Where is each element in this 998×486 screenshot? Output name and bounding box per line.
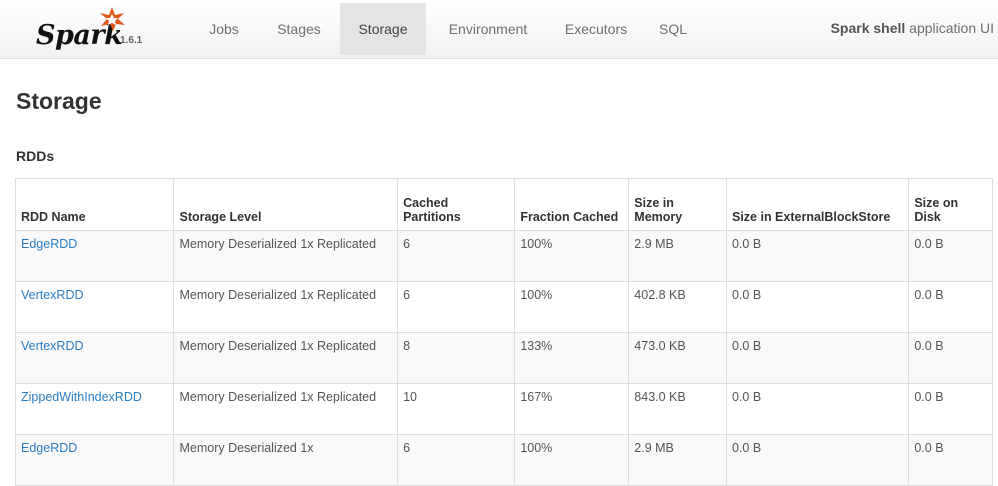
- cell-size-in-memory: 2.9 MB: [628, 434, 727, 486]
- cell-size-on-disk: 0.0 B: [908, 332, 993, 384]
- cell-rdd-name: EdgeRDD: [14, 434, 175, 486]
- header-rdd-name[interactable]: RDD Name: [14, 178, 175, 231]
- cell-size-in-memory: 402.8 KB: [628, 281, 727, 333]
- tab-storage[interactable]: Storage: [340, 3, 426, 55]
- cell-rdd-name: ZippedWithIndexRDD: [14, 383, 175, 435]
- rdd-link[interactable]: ZippedWithIndexRDD: [21, 390, 142, 404]
- cell-fraction-cached: 100%: [514, 434, 630, 486]
- tab-environment[interactable]: Environment: [434, 3, 542, 55]
- table-row: VertexRDD Memory Deserialized 1x Replica…: [14, 281, 993, 333]
- rdd-table: RDD Name Storage Level Cached Partitions…: [14, 178, 993, 486]
- app-suffix: application UI: [909, 20, 994, 36]
- tab-executors[interactable]: Executors: [550, 3, 642, 55]
- cell-cached-partitions: 6: [397, 230, 516, 282]
- rdd-link[interactable]: VertexRDD: [21, 288, 84, 302]
- header-size-external[interactable]: Size in ExternalBlockStore: [725, 178, 910, 231]
- cell-storage-level: Memory Deserialized 1x Replicated: [173, 281, 399, 333]
- header-fraction-cached[interactable]: Fraction Cached: [514, 178, 630, 231]
- cell-rdd-name: VertexRDD: [14, 332, 175, 384]
- cell-fraction-cached: 100%: [514, 281, 630, 333]
- app-name: Spark shell: [830, 20, 906, 36]
- rdd-link[interactable]: EdgeRDD: [21, 441, 77, 455]
- cell-size-external: 0.0 B: [725, 434, 910, 486]
- page-title: Storage: [16, 88, 102, 114]
- cell-size-external: 0.0 B: [725, 230, 910, 282]
- cell-size-external: 0.0 B: [725, 332, 910, 384]
- cell-size-in-memory: 473.0 KB: [628, 332, 727, 384]
- cell-cached-partitions: 6: [397, 434, 516, 486]
- cell-fraction-cached: 133%: [514, 332, 630, 384]
- application-title: Spark shell application UI: [831, 20, 994, 36]
- table-row: ZippedWithIndexRDD Memory Deserialized 1…: [14, 383, 993, 435]
- header-storage-level[interactable]: Storage Level: [173, 178, 399, 231]
- cell-fraction-cached: 167%: [514, 383, 630, 435]
- cell-rdd-name: VertexRDD: [14, 281, 175, 333]
- cell-size-external: 0.0 B: [725, 281, 910, 333]
- cell-storage-level: Memory Deserialized 1x Replicated: [173, 383, 399, 435]
- navbar-divider: [0, 58, 998, 59]
- cell-size-on-disk: 0.0 B: [908, 281, 993, 333]
- header-cached-partitions[interactable]: Cached Partitions: [397, 178, 516, 231]
- cell-cached-partitions: 6: [397, 281, 516, 333]
- top-navbar: Spark 1.6.1 Jobs Stages Storage Environm…: [0, 0, 998, 58]
- tab-sql[interactable]: SQL: [650, 3, 696, 55]
- rdd-link[interactable]: VertexRDD: [21, 339, 84, 353]
- cell-fraction-cached: 100%: [514, 230, 630, 282]
- cell-size-on-disk: 0.0 B: [908, 434, 993, 486]
- table-row: EdgeRDD Memory Deserialized 1x 6 100% 2.…: [14, 434, 993, 486]
- table-header-row: RDD Name Storage Level Cached Partitions…: [14, 178, 993, 231]
- cell-cached-partitions: 10: [397, 383, 516, 435]
- header-size-on-disk[interactable]: Size on Disk: [908, 178, 993, 231]
- table-row: EdgeRDD Memory Deserialized 1x Replicate…: [14, 230, 993, 282]
- tab-stages[interactable]: Stages: [266, 3, 332, 55]
- cell-storage-level: Memory Deserialized 1x Replicated: [173, 230, 399, 282]
- cell-size-in-memory: 2.9 MB: [628, 230, 727, 282]
- cell-size-on-disk: 0.0 B: [908, 383, 993, 435]
- table-row: VertexRDD Memory Deserialized 1x Replica…: [14, 332, 993, 384]
- tab-jobs[interactable]: Jobs: [200, 3, 248, 55]
- section-title-rdds: RDDs: [16, 148, 55, 164]
- cell-size-external: 0.0 B: [725, 383, 910, 435]
- cell-cached-partitions: 8: [397, 332, 516, 384]
- cell-rdd-name: EdgeRDD: [14, 230, 175, 282]
- header-size-in-memory[interactable]: Size in Memory: [628, 178, 727, 231]
- cell-size-on-disk: 0.0 B: [908, 230, 993, 282]
- cell-size-in-memory: 843.0 KB: [628, 383, 727, 435]
- spark-logo[interactable]: Spark 1.6.1: [36, 6, 176, 54]
- rdd-link[interactable]: EdgeRDD: [21, 237, 77, 251]
- spark-version: 1.6.1: [120, 35, 143, 46]
- cell-storage-level: Memory Deserialized 1x Replicated: [173, 332, 399, 384]
- cell-storage-level: Memory Deserialized 1x: [173, 434, 399, 486]
- spark-star-icon: [100, 7, 125, 31]
